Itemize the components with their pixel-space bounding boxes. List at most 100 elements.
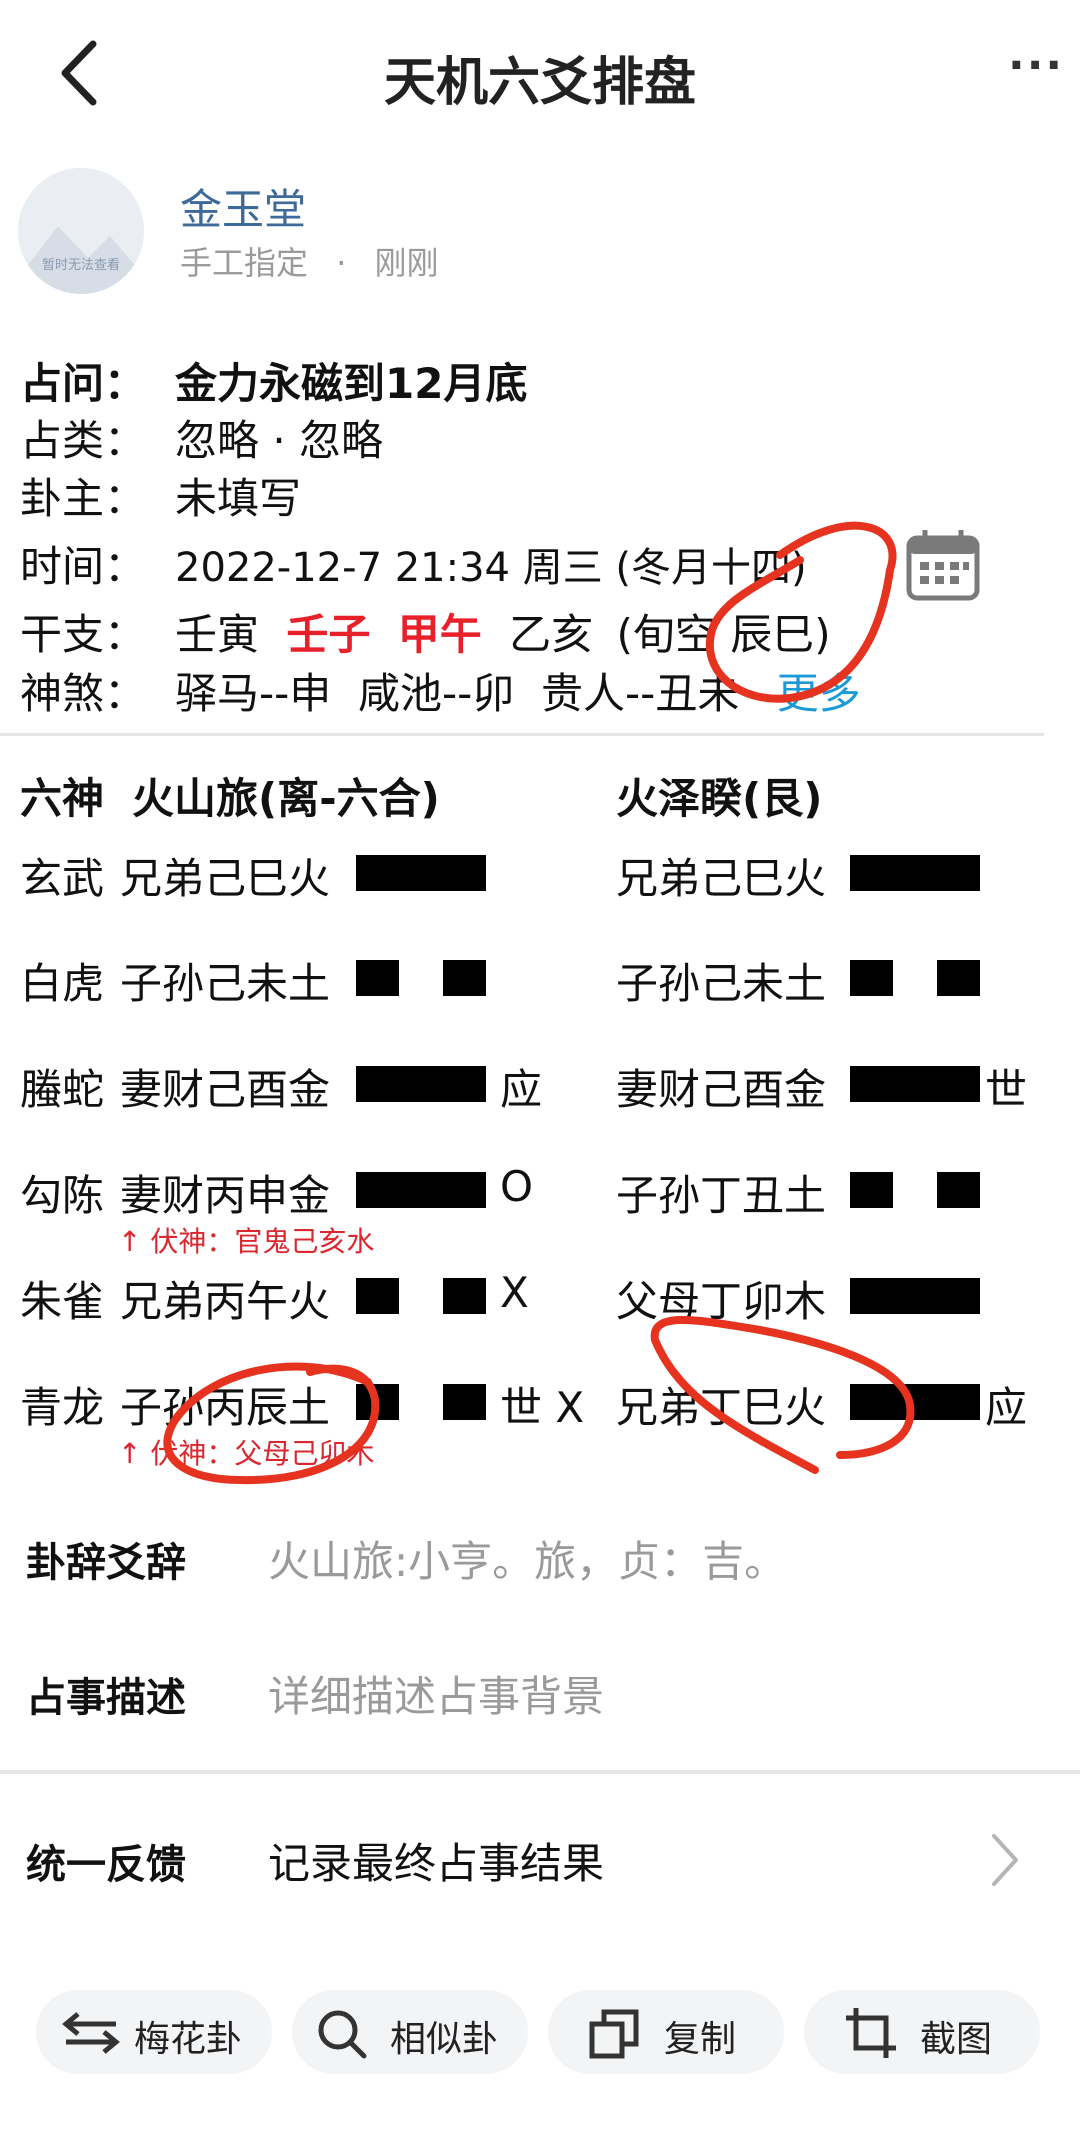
copy-icon (589, 2009, 639, 2059)
changed-line-mark: 世 (985, 1065, 1028, 1114)
main-line-mark: 应 (500, 1065, 543, 1114)
changed-line-bar-yin (850, 1172, 893, 1208)
main-line-bar-yang (356, 855, 486, 891)
shensha-row: 神煞： 驿马--申 咸池--卯 贵人--丑未 更多 (20, 660, 861, 721)
meta-separator: · (336, 244, 347, 282)
question-label: 占问： (20, 359, 147, 408)
guaci-label: 卦辞爻辞 (26, 1540, 186, 1586)
calendar-icon[interactable] (905, 528, 981, 602)
divider (0, 733, 1044, 736)
search-icon (318, 2010, 367, 2059)
main-line-bar-yin (356, 1384, 399, 1420)
main-line-bar-yin (443, 1384, 486, 1420)
gz-hour: 乙亥 (509, 610, 594, 659)
similar-button[interactable]: 相似卦 (292, 1990, 528, 2074)
meihua-button[interactable]: 梅花卦 (36, 1990, 272, 2074)
changed-line-mark: 应 (985, 1383, 1028, 1432)
shensha-value: 驿马--申 咸池--卯 贵人--丑未 (175, 669, 740, 718)
main-line-bar-yang (356, 1066, 486, 1102)
similar-label: 相似卦 (390, 2019, 499, 2060)
main-line-text: 兄弟己巳火 (120, 854, 331, 903)
feedback-value: 记录最终占事结果 (268, 1839, 605, 1888)
liushen-label: 螣蛇 (20, 1065, 105, 1114)
feedback-label: 统一反馈 (26, 1842, 186, 1888)
screenshot-label: 截图 (920, 2019, 993, 2060)
changed-line-bar-yang (850, 1066, 980, 1102)
changed-line-text: 子孙己未土 (616, 959, 827, 1008)
changed-line-bar-yin (850, 960, 893, 996)
author-method: 手工指定 (180, 244, 309, 282)
main-hexagram-name: 火山旅(离-六合) (132, 774, 440, 823)
author-time: 刚刚 (374, 244, 439, 282)
main-line-bar-yin (443, 960, 486, 996)
changed-line-text: 兄弟丁巳火 (616, 1383, 827, 1432)
mountain-placeholder-icon (18, 168, 144, 294)
switch-arrows-icon (62, 2012, 120, 2054)
changed-hexagram-name: 火泽睽(艮) (616, 774, 823, 823)
liushen-label: 玄武 (20, 854, 105, 903)
gz-day: 甲午 (397, 610, 482, 659)
author-meta: 手工指定 · 刚刚 (180, 238, 439, 284)
avatar[interactable]: 暂时无法查看 (18, 168, 144, 294)
category-label: 占类： (20, 416, 147, 465)
changed-line-bar-yang (850, 1278, 980, 1314)
fushen-note: ↑ 伏神：父母己卯木 (118, 1437, 375, 1470)
question-row: 占问： 金力永磁到12月底 (20, 350, 527, 411)
main-line-text: 妻财丙申金 (120, 1171, 331, 1220)
question-value: 金力永磁到12月底 (175, 359, 528, 408)
main-line-text: 妻财己酉金 (120, 1065, 331, 1114)
changed-line-bar-yang (850, 855, 980, 891)
gz-void: (旬空 辰巳) (616, 610, 831, 659)
liushen-label: 青龙 (20, 1383, 105, 1432)
changed-line-bar-yang (850, 1384, 980, 1420)
copy-label: 复制 (664, 2019, 737, 2060)
category-row: 占类： 忽略 · 忽略 (20, 407, 383, 468)
time-value: 2022-12-7 21:34 周三 (冬月十四) (175, 545, 807, 591)
main-line-mark: 世 X (500, 1383, 585, 1432)
author-name[interactable]: 金玉堂 (180, 176, 306, 237)
changed-line-bar-yin (937, 960, 980, 996)
owner-value: 未填写 (175, 474, 302, 523)
main-line-bar-yang (356, 1172, 486, 1208)
shensha-label: 神煞： (20, 669, 147, 718)
changed-line-text: 兄弟己巳火 (616, 854, 827, 903)
description-label: 占事描述 (26, 1675, 186, 1721)
time-label: 时间： (20, 542, 147, 591)
main-line-bar-yin (356, 960, 399, 996)
liushen-header: 六神 (20, 774, 105, 823)
description-input[interactable]: 详细描述占事背景 (268, 1663, 604, 1724)
changed-line-text: 妻财己酉金 (616, 1065, 827, 1114)
changed-line-text: 子孙丁丑土 (616, 1171, 827, 1220)
chevron-right-icon (992, 1834, 1018, 1886)
main-line-mark: O (500, 1162, 534, 1211)
liushen-label: 白虎 (20, 959, 105, 1008)
feedback-row[interactable]: 统一反馈 记录最终占事结果 (0, 1790, 1080, 1910)
main-line-text: 子孙丙辰土 (120, 1383, 331, 1432)
main-line-mark: X (500, 1268, 529, 1317)
time-row: 时间： 2022-12-7 21:34 周三 (冬月十四) (20, 533, 807, 594)
changed-line-text: 父母丁卯木 (616, 1277, 827, 1326)
section-divider (0, 1770, 1080, 1774)
owner-row: 卦主： 未填写 (20, 465, 301, 526)
meihua-label: 梅花卦 (134, 2019, 243, 2060)
fushen-note: ↑ 伏神：官鬼己亥水 (118, 1225, 375, 1258)
liushen-label: 朱雀 (20, 1277, 105, 1326)
copy-button[interactable]: 复制 (548, 1990, 784, 2074)
owner-label: 卦主： (20, 474, 147, 523)
guaci-text: 火山旅:小亨。旅，贞：吉。 (268, 1537, 787, 1586)
main-line-bar-yin (443, 1278, 486, 1314)
changed-line-bar-yin (937, 1172, 980, 1208)
gz-month: 壬子 (286, 610, 371, 659)
screenshot-button[interactable]: 截图 (804, 1990, 1040, 2074)
avatar-caption: 暂时无法查看 (41, 258, 120, 273)
gz-year: 壬寅 (175, 610, 260, 659)
page-title: 天机六爻排盘 (383, 53, 696, 113)
category-value: 忽略 · 忽略 (175, 416, 384, 465)
crop-icon (846, 2008, 896, 2058)
more-options-icon[interactable]: ··· (1008, 40, 1064, 91)
shensha-more-link[interactable]: 更多 (777, 669, 861, 718)
ganzhi-row: 干支： 壬寅 壬子 甲午 乙亥 (旬空 辰巳) (20, 601, 831, 662)
main-line-text: 兄弟丙午火 (120, 1277, 331, 1326)
ganzhi-label: 干支： (20, 610, 147, 659)
main-line-text: 子孙己未土 (120, 959, 331, 1008)
